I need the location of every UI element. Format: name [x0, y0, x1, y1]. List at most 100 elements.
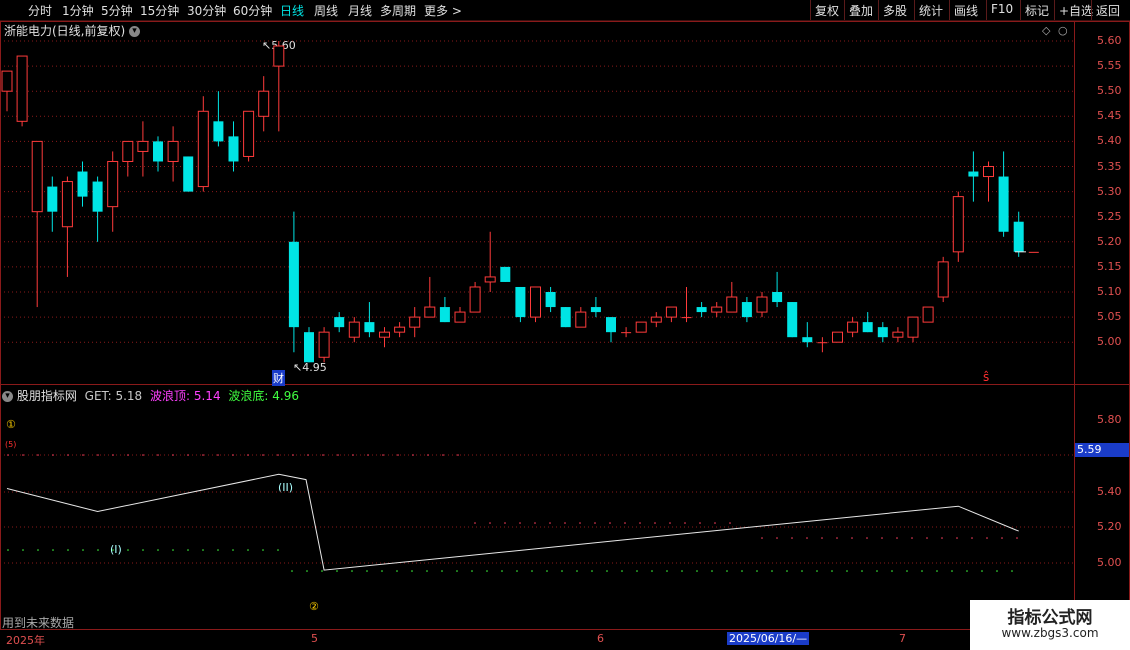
wave-top-dot	[97, 454, 99, 456]
wave-bottom-dot	[816, 570, 818, 572]
wave-top-dot	[729, 522, 731, 524]
wave-top-dot	[217, 454, 219, 456]
wave-top-dot	[684, 522, 686, 524]
candle-body	[137, 140, 149, 152]
candle-body	[484, 276, 496, 283]
candle-body	[907, 316, 919, 338]
wave-bottom-dot	[606, 570, 608, 572]
candle-body	[665, 306, 677, 318]
wave-bottom-dot	[97, 549, 99, 551]
candle-body	[756, 296, 768, 313]
candle-body	[530, 286, 541, 318]
wave-bottom-dot	[486, 570, 488, 572]
candle-body	[183, 156, 194, 192]
candle-body	[394, 326, 406, 333]
wave-top-dot	[579, 522, 581, 524]
candle-body	[937, 261, 949, 298]
wave-bottom-dot	[52, 549, 54, 551]
wave-top-dot	[881, 537, 883, 539]
wave-top-dot	[367, 454, 369, 456]
candle-body	[787, 302, 798, 338]
candle-body	[1, 70, 13, 92]
wave-bottom-dot	[966, 570, 968, 572]
wave-bottom-dot	[906, 570, 908, 572]
candle-body	[243, 110, 255, 157]
wave-top-dot	[941, 537, 943, 539]
wave-top-dot	[926, 537, 928, 539]
watermark-title: 指标公式网	[1007, 608, 1093, 628]
wave-top-dot	[37, 454, 39, 456]
candle-body	[635, 321, 647, 333]
candle-body	[61, 181, 73, 228]
wave-top-dot	[262, 454, 264, 456]
wave-top-dot	[699, 522, 701, 524]
wave-bottom-dot	[621, 570, 623, 572]
wave-line	[6, 473, 1019, 571]
candle-body	[862, 322, 873, 333]
wave-bottom-dot	[561, 570, 563, 572]
wave-bottom-dot	[996, 570, 998, 572]
wave-bottom-dot	[696, 570, 698, 572]
wave-top-dot	[337, 454, 339, 456]
candle-body	[545, 292, 556, 308]
candle-body	[334, 317, 345, 328]
wave-top-dot	[714, 522, 716, 524]
candle-body	[424, 306, 436, 318]
wave-top-dot	[172, 454, 174, 456]
wave-top-dot	[277, 454, 279, 456]
wave-bottom-dot	[756, 570, 758, 572]
candle-body	[228, 136, 239, 162]
candle-body	[92, 181, 103, 212]
candle-body	[575, 311, 587, 328]
wave-bottom-dot	[666, 570, 668, 572]
wave-bottom-dot	[172, 549, 174, 551]
candle-body	[288, 241, 299, 328]
wave-top-dot	[1001, 537, 1003, 539]
candle-body	[1028, 251, 1039, 253]
wave-top-dot	[654, 522, 656, 524]
wave-top-dot	[761, 537, 763, 539]
candle-body	[696, 307, 707, 313]
wave-bottom-dot	[531, 570, 533, 572]
candle-body	[606, 317, 616, 333]
wave-bottom-dot	[741, 570, 743, 572]
wave-bottom-dot	[7, 549, 9, 551]
wave-bottom-dot	[247, 549, 249, 551]
wave-top-dot	[534, 522, 536, 524]
wave-top-dot	[247, 454, 249, 456]
candle-body	[348, 321, 360, 338]
candle-body	[515, 286, 526, 318]
candle-body	[892, 331, 904, 338]
wave-bottom-dot	[291, 570, 293, 572]
wave-bottom-dot	[441, 570, 443, 572]
wave-bottom-dot	[591, 570, 593, 572]
candle-body	[31, 140, 43, 213]
wave-bottom-dot	[636, 570, 638, 572]
candle-body	[364, 322, 375, 333]
candle-body	[832, 331, 843, 343]
wave-top-dot	[791, 537, 793, 539]
wave-bottom-dot	[771, 570, 773, 572]
wave-top-dot	[986, 537, 988, 539]
wave-top-dot	[112, 454, 114, 456]
candle-body	[802, 337, 813, 343]
wave-bottom-dot	[366, 570, 368, 572]
wave-bottom-dot	[22, 549, 24, 551]
wave-bottom-dot	[501, 570, 503, 572]
candlestick-chart[interactable]	[0, 0, 1130, 650]
wave-top-dot	[322, 454, 324, 456]
candle-body	[213, 121, 224, 142]
candle-body	[817, 342, 828, 344]
candle-body	[258, 90, 270, 117]
wave-bottom-dot	[202, 549, 204, 551]
candle-body	[318, 331, 330, 358]
candle-body	[681, 317, 692, 319]
candle-body	[1013, 221, 1024, 252]
wave-bottom-dot	[726, 570, 728, 572]
wave-bottom-dot	[396, 570, 398, 572]
wave-top-dot	[911, 537, 913, 539]
wave-top-dot	[639, 522, 641, 524]
wave-bottom-dot	[846, 570, 848, 572]
wave-bottom-dot	[306, 570, 308, 572]
wave-top-dot	[1016, 537, 1018, 539]
